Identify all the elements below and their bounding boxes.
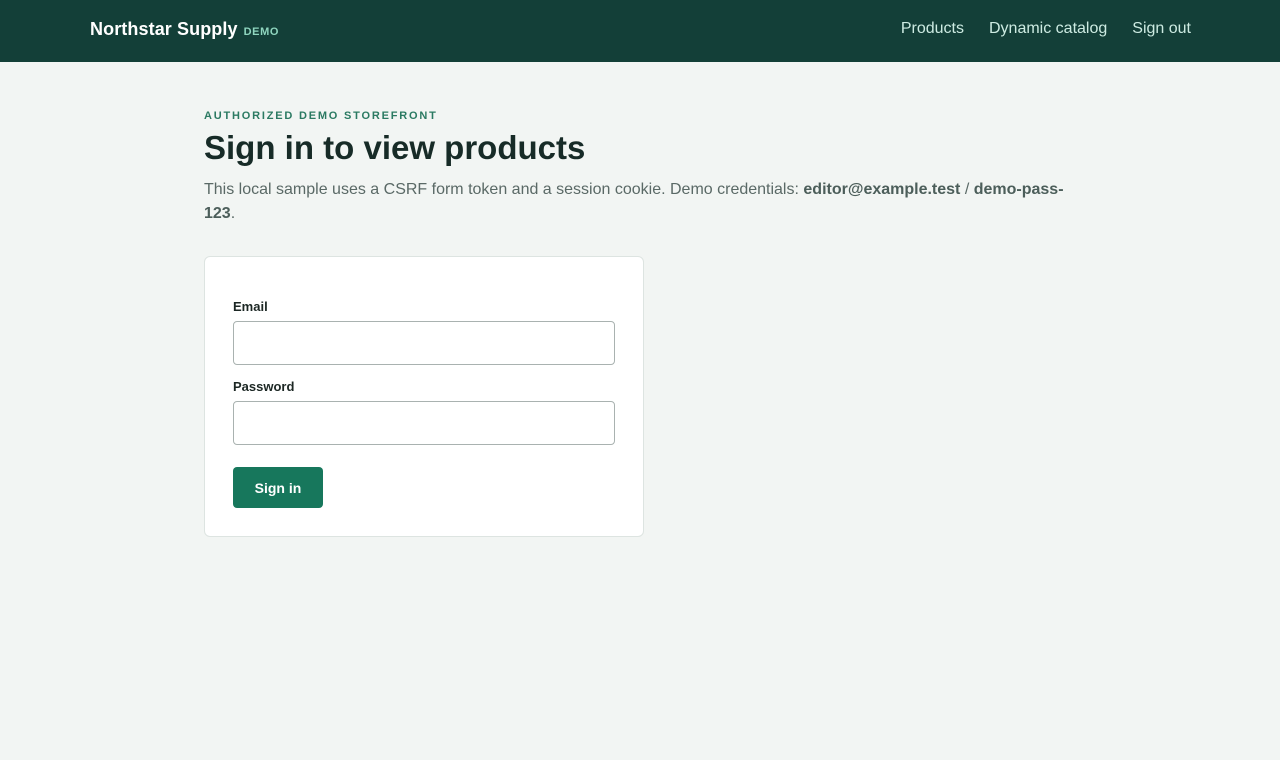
password-label: Password: [233, 379, 295, 394]
eyebrow-label: AUTHORIZED DEMO STOREFRONT: [204, 110, 438, 122]
demo-email: editor@example.test: [803, 180, 961, 198]
nav-link-products[interactable]: Products: [901, 20, 964, 38]
top-navigation-bar: Northstar Supply DEMO Products Dynamic c…: [0, 0, 1280, 62]
brand-name[interactable]: Northstar Supply: [90, 19, 238, 40]
password-field[interactable]: [233, 401, 615, 445]
main-nav: Products Dynamic catalog Sign out: [901, 20, 1191, 38]
email-field[interactable]: [233, 321, 615, 365]
nav-link-dynamic-catalog[interactable]: Dynamic catalog: [989, 20, 1107, 38]
credential-separator: /: [964, 180, 970, 198]
intro-prefix: This local sample uses a CSRF form token…: [204, 180, 799, 198]
nav-link-sign-out[interactable]: Sign out: [1132, 20, 1191, 38]
intro-suffix: .: [230, 204, 236, 222]
intro-text: This local sample uses a CSRF form token…: [204, 178, 1076, 226]
main-content: AUTHORIZED DEMO STOREFRONT Sign in to vi…: [204, 110, 1076, 226]
demo-badge: DEMO: [243, 26, 280, 38]
page-title: Sign in to view products: [204, 129, 586, 166]
email-label: Email: [233, 299, 268, 314]
brand[interactable]: Northstar Supply DEMO: [90, 19, 279, 40]
sign-in-card: Email Password Sign in: [204, 256, 644, 537]
sign-in-button[interactable]: Sign in: [233, 467, 323, 508]
